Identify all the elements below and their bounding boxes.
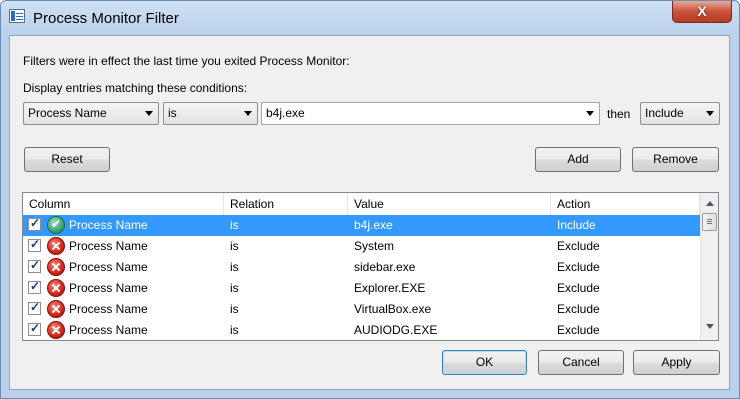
chevron-down-icon	[244, 111, 252, 116]
cell-relation: is	[230, 281, 239, 295]
title-bar[interactable]: Process Monitor Filter X	[1, 1, 739, 35]
cancel-button[interactable]: Cancel	[538, 350, 624, 375]
chevron-down-icon	[706, 111, 714, 116]
cell-relation: is	[230, 239, 239, 253]
row-checkbox[interactable]	[28, 237, 41, 252]
relation-select[interactable]: is	[163, 102, 258, 125]
ok-button[interactable]: OK	[442, 350, 527, 375]
cell-column: Process Name	[69, 239, 148, 253]
chevron-down-icon	[586, 111, 594, 116]
table-row[interactable]: Process Name is b4j.exe Include	[23, 215, 700, 236]
row-checkbox[interactable]	[28, 321, 41, 336]
exclude-x-icon	[47, 300, 65, 318]
table-row[interactable]: Process Name is Explorer.EXE Exclude	[23, 278, 700, 299]
table-row[interactable]: Process Name is VirtualBox.exe Exclude	[23, 299, 700, 320]
row-checkbox[interactable]	[28, 216, 41, 231]
cell-column: Process Name	[69, 281, 148, 295]
scroll-down-icon[interactable]	[706, 324, 714, 329]
app-icon	[9, 9, 25, 23]
cell-action: Include	[557, 218, 596, 232]
cell-column: Process Name	[69, 302, 148, 316]
row-checkbox[interactable]	[28, 258, 41, 273]
include-check-icon	[47, 216, 65, 234]
reset-button[interactable]: Reset	[24, 147, 110, 172]
table-row[interactable]: Process Name is System Exclude	[23, 236, 700, 257]
cell-column: Process Name	[69, 260, 148, 274]
cell-value: System	[354, 239, 395, 253]
cell-action: Exclude	[557, 323, 600, 337]
cell-action: Exclude	[557, 302, 600, 316]
cell-value: Explorer.EXE	[354, 281, 426, 295]
header-column[interactable]: Column	[23, 193, 224, 215]
then-label: then	[607, 107, 631, 121]
value-input[interactable]: b4j.exe	[261, 102, 600, 125]
window-title: Process Monitor Filter	[33, 10, 179, 27]
exclude-x-icon	[47, 237, 65, 255]
exclude-x-icon	[47, 321, 65, 339]
conditions-label: Display entries matching these condition…	[23, 81, 248, 95]
exclude-x-icon	[47, 279, 65, 297]
dialog-body: Filters were in effect the last time you…	[9, 35, 730, 390]
cell-action: Exclude	[557, 281, 600, 295]
cell-action: Exclude	[557, 239, 600, 253]
chevron-down-icon	[145, 111, 153, 116]
cell-relation: is	[230, 218, 239, 232]
filter-list[interactable]: Column Relation Value Action Process Nam…	[22, 192, 719, 341]
intro-text: Filters were in effect the last time you…	[23, 54, 350, 68]
header-action[interactable]: Action	[551, 193, 700, 215]
header-relation[interactable]: Relation	[224, 193, 348, 215]
header-value[interactable]: Value	[348, 193, 551, 215]
column-select-value: Process Name	[28, 106, 107, 120]
cell-value: AUDIODG.EXE	[354, 323, 438, 337]
row-checkbox[interactable]	[28, 300, 41, 315]
scroll-up-icon[interactable]	[706, 201, 714, 206]
cell-column: Process Name	[69, 218, 148, 232]
exclude-x-icon	[47, 258, 65, 276]
cell-action: Exclude	[557, 260, 600, 274]
table-row[interactable]: Process Name is AUDIODG.EXE Exclude	[23, 320, 700, 340]
cell-value: sidebar.exe	[354, 260, 416, 274]
value-input-text: b4j.exe	[266, 106, 305, 120]
cell-column: Process Name	[69, 323, 148, 337]
close-button[interactable]: X	[672, 1, 732, 23]
action-select[interactable]: Include	[640, 102, 720, 125]
row-checkbox[interactable]	[28, 279, 41, 294]
apply-button[interactable]: Apply	[633, 350, 720, 375]
remove-button[interactable]: Remove	[632, 147, 719, 172]
column-select[interactable]: Process Name	[23, 102, 159, 125]
add-button[interactable]: Add	[535, 147, 621, 172]
table-row[interactable]: Process Name is sidebar.exe Exclude	[23, 257, 700, 278]
list-header: Column Relation Value Action	[23, 193, 700, 216]
cell-relation: is	[230, 302, 239, 316]
cell-relation: is	[230, 260, 239, 274]
vertical-scrollbar[interactable]	[700, 193, 718, 340]
cell-value: b4j.exe	[354, 218, 393, 232]
cell-relation: is	[230, 323, 239, 337]
relation-select-value: is	[168, 106, 177, 120]
dialog-window: Process Monitor Filter X Filters were in…	[0, 0, 740, 399]
scroll-thumb[interactable]	[702, 213, 717, 231]
action-select-value: Include	[645, 106, 684, 120]
cell-value: VirtualBox.exe	[354, 302, 432, 316]
